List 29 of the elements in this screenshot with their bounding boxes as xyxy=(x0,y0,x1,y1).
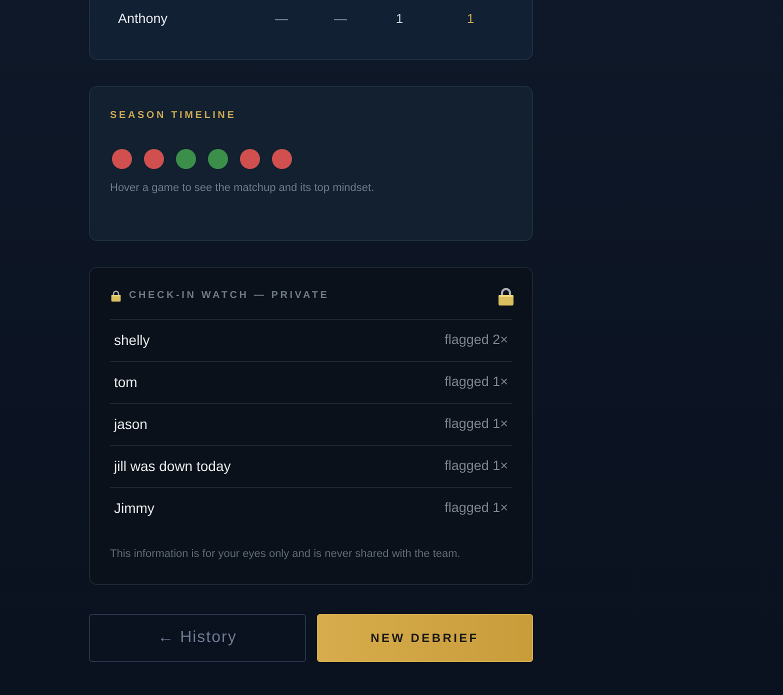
game-dot-icon[interactable] xyxy=(112,149,132,169)
flag-count: flagged 2× xyxy=(444,331,508,350)
game-dot-icon[interactable] xyxy=(144,149,164,169)
game-dot-icon[interactable] xyxy=(176,149,196,169)
table-cell-text: 1 xyxy=(394,10,404,28)
padlock-icon xyxy=(111,290,121,302)
check-in-name: jason xyxy=(114,415,148,434)
check-in-name: Jimmy xyxy=(114,499,154,518)
check-in-name: shelly xyxy=(114,331,150,350)
table-cell-text: 1 xyxy=(466,10,476,28)
player-name: Anthony xyxy=(117,10,169,28)
privacy-note: This information is for your eyes only and is never shared with the team. xyxy=(110,547,462,562)
section-title: CHECK-IN WATCH — PRIVATE xyxy=(129,289,330,303)
game-dot-icon[interactable] xyxy=(240,149,260,169)
history-button[interactable]: ← History xyxy=(89,614,306,662)
game-dot-icon[interactable] xyxy=(208,149,228,169)
table-cell-text: — xyxy=(274,10,289,28)
hint-text: Hover a game to see the matchup and its top mindset. xyxy=(110,181,376,196)
new-debrief-button[interactable]: NEW DEBRIEF xyxy=(316,614,533,662)
check-in-name: tom xyxy=(114,373,138,392)
check-in-name: jill was down today xyxy=(114,457,231,476)
game-dot-icon[interactable] xyxy=(272,149,292,169)
table-cell-text: — xyxy=(333,10,348,28)
flag-count: flagged 1× xyxy=(444,415,508,434)
flag-count: flagged 1× xyxy=(444,457,508,476)
padlock-icon xyxy=(498,286,514,306)
flag-count: flagged 1× xyxy=(444,373,508,392)
section-title: SEASON TIMELINE xyxy=(110,109,238,123)
flag-count: flagged 1× xyxy=(444,499,508,518)
